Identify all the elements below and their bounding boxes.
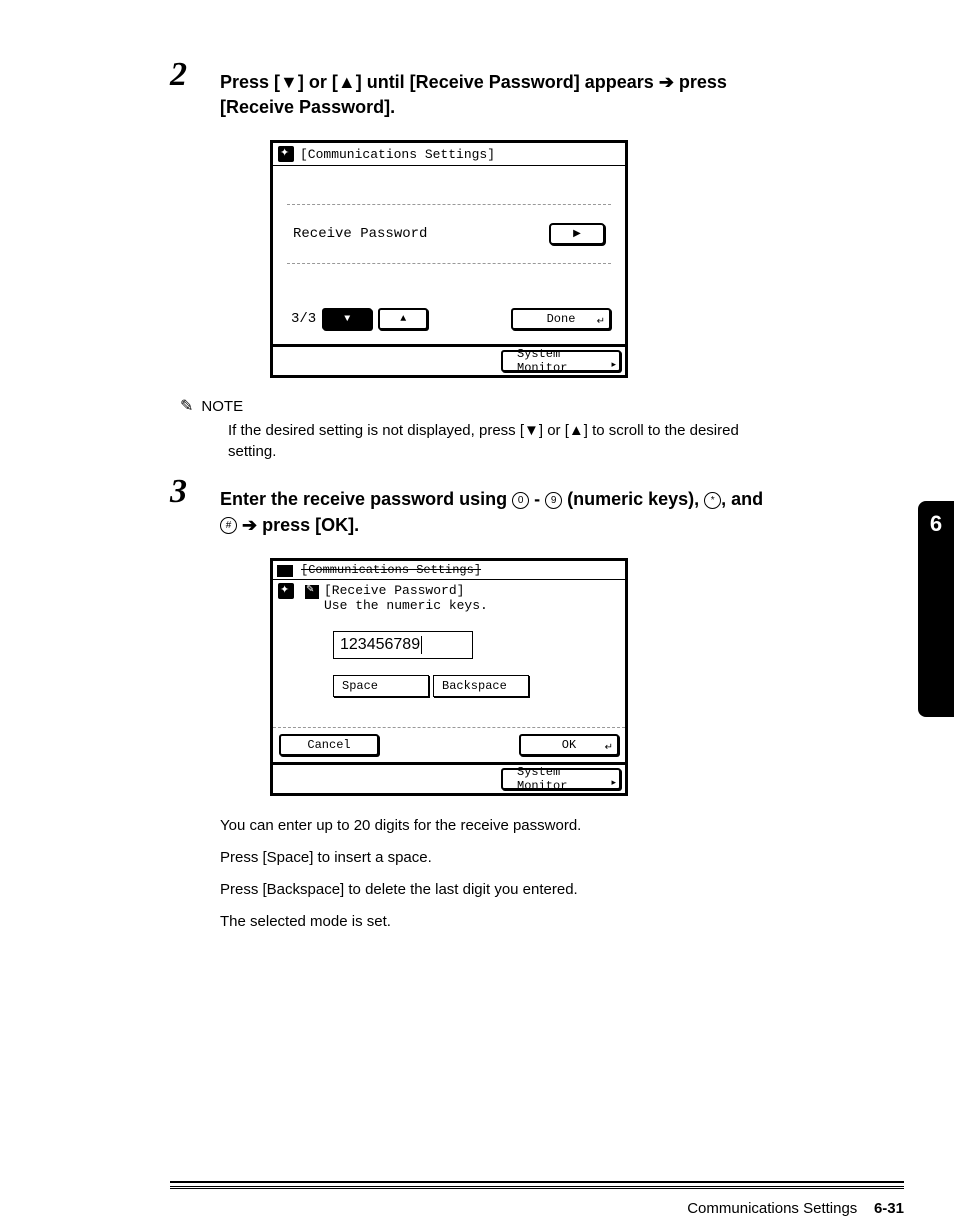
cancel-label: Cancel [307, 738, 350, 752]
screen1-body: Receive Password ▶ 3/3 ▼ ▲ Done [273, 166, 625, 344]
footer-rule [170, 1181, 904, 1187]
pager-left: 3/3 ▼ ▲ [291, 308, 428, 330]
chapter-number: 6 [930, 511, 942, 537]
s3dash: - [529, 489, 545, 509]
body-p1: You can enter up to 20 digits for the re… [220, 814, 784, 838]
arrow-icon: ➔ [242, 515, 262, 535]
up-triangle-icon: ▲ [569, 422, 584, 439]
system-monitor-button[interactable]: System Monitor [501, 350, 621, 372]
arrow-icon: ➔ [659, 72, 679, 92]
backspace-button[interactable]: Backspace [433, 675, 529, 697]
screen2-hint: Use the numeric keys. [324, 598, 488, 613]
step2-text-mid1: ] or [ [298, 72, 338, 92]
down-triangle-icon: ▼ [280, 72, 298, 92]
option-arrow-button[interactable]: ▶ [549, 223, 605, 245]
footer-section: Communications Settings [687, 1200, 857, 1217]
screen2-sub-wrap: [Receive Password] Use the numeric keys. [324, 583, 488, 613]
step-2-text: Press [▼] or [▲] until [Receive Password… [220, 70, 784, 120]
step2-text-mid2: ] until [Receive Password] appears [356, 72, 659, 92]
chapter-label: System Manager Settings [944, 540, 954, 712]
done-label: Done [547, 312, 576, 326]
pager-row: 3/3 ▼ ▲ Done [281, 304, 617, 336]
page-count: 3/3 [291, 311, 316, 327]
step-3-text: Enter the receive password using 0 - 9 (… [220, 487, 784, 537]
ok-button[interactable]: OK [519, 734, 619, 756]
hash-key-icon: # [220, 517, 237, 534]
up-triangle-icon: ▲ [400, 314, 406, 325]
footer-text: Communications Settings 6-31 [687, 1200, 904, 1217]
system-monitor-button-2[interactable]: System Monitor [501, 768, 621, 790]
note-text: If the desired setting is not displayed,… [228, 420, 784, 462]
down-triangle-icon: ▼ [344, 314, 350, 325]
sysmon-label-2: System Monitor [517, 765, 605, 793]
ok-label: OK [562, 738, 576, 752]
step-number-3: 3 [170, 473, 187, 511]
body-p4: The selected mode is set. [220, 910, 784, 934]
screen2-crumb: [Communications Settings] [273, 561, 625, 580]
body-p2: Press [Space] to insert a space. [220, 846, 784, 870]
screen-receive-password: [Communications Settings] [Receive Passw… [270, 558, 628, 796]
s3b: (numeric keys), [562, 489, 704, 509]
pencil-icon: ✎ [180, 396, 193, 416]
footer-page: 6-31 [874, 1200, 904, 1217]
done-button[interactable]: Done [511, 308, 611, 330]
globe-icon [278, 146, 294, 162]
screen1-title: [Communications Settings] [300, 147, 495, 162]
receive-password-option[interactable]: Receive Password ▶ [287, 204, 611, 264]
note-label: NOTE [201, 398, 243, 415]
body-p3: Press [Backspace] to delete the last dig… [220, 878, 784, 902]
footer-rule-2 [170, 1188, 904, 1189]
numeric-key-9-icon: 9 [545, 492, 562, 509]
password-input[interactable]: 123456789 [333, 631, 473, 659]
note-b: ] or [ [539, 422, 569, 439]
hand-icon [305, 585, 319, 599]
password-value: 123456789 [340, 636, 420, 654]
sysmon-row-1: System Monitor [273, 344, 625, 375]
backspace-label: Backspace [442, 679, 507, 693]
screen-comm-settings: [Communications Settings] Receive Passwo… [270, 140, 628, 378]
s3c: , and [721, 489, 763, 509]
cancel-button[interactable]: Cancel [279, 734, 379, 756]
note-a: If the desired setting is not displayed,… [228, 422, 524, 439]
star-key-icon: * [704, 492, 721, 509]
key-row: Space Backspace [333, 675, 625, 697]
s3d: press [OK]. [262, 515, 359, 535]
screen2-sub: [Receive Password] Use the numeric keys. [273, 580, 625, 621]
option-label: Receive Password [293, 226, 427, 242]
note-block: ✎ NOTE If the desired setting is not dis… [180, 396, 784, 462]
globe-icon [278, 583, 294, 599]
fax-icon [277, 565, 293, 577]
numeric-key-0-icon: 0 [512, 492, 529, 509]
space-button[interactable]: Space [333, 675, 429, 697]
step-number-2: 2 [170, 56, 187, 94]
screen1-title-bar: [Communications Settings] [273, 143, 625, 166]
sysmon-label: System Monitor [517, 347, 605, 375]
up-triangle-icon: ▲ [338, 72, 356, 92]
screen2-bottom-row: Cancel OK [273, 727, 625, 762]
page-down-button[interactable]: ▼ [322, 308, 372, 330]
screen2-subtitle: [Receive Password] [324, 583, 464, 598]
space-label: Space [342, 679, 378, 693]
step2-text-before: Press [ [220, 72, 280, 92]
page-up-button[interactable]: ▲ [378, 308, 428, 330]
s3a: Enter the receive password using [220, 489, 512, 509]
screen2-crumb-text: [Communications Settings] [301, 563, 481, 577]
sysmon-row-2: System Monitor [273, 762, 625, 793]
right-triangle-icon: ▶ [573, 228, 581, 240]
note-header: ✎ NOTE [180, 396, 784, 416]
step-3: 3 Enter the receive password using 0 - 9… [220, 487, 784, 537]
step-2: 2 Press [▼] or [▲] until [Receive Passwo… [220, 70, 784, 120]
cursor [421, 636, 422, 654]
down-triangle-icon: ▼ [524, 422, 539, 439]
